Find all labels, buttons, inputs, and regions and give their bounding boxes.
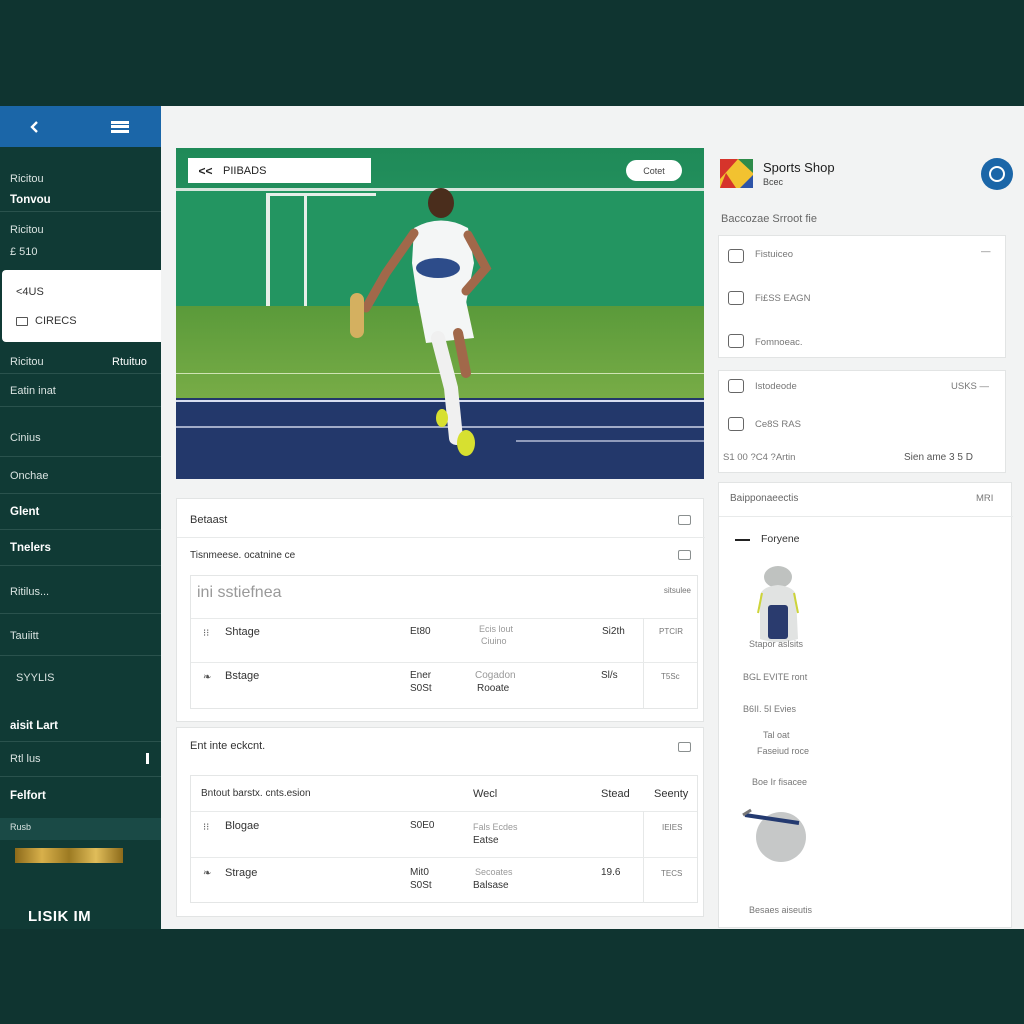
column-header: Seenty [654, 788, 689, 800]
list-item[interactable]: Ce8S RAS [755, 419, 801, 430]
item-icon [728, 291, 744, 305]
sidebar-item[interactable]: Onchae [0, 470, 161, 482]
data-table-card: Ent inte eckcnt. Bntout barstx. cnts.esi… [176, 727, 704, 917]
menu-icon[interactable] [111, 120, 129, 133]
list-card: Istodeode USKS — Ce8S RAS S1 00 ?C4 ?Art… [718, 370, 1006, 473]
checkbox[interactable] [678, 550, 691, 560]
row-icon: ⁝⁝ [203, 628, 210, 639]
row-icon: ❧ [203, 868, 212, 879]
sidebar-active-card[interactable]: <4US CIRECS [2, 270, 161, 342]
checkbox[interactable] [678, 742, 691, 752]
checkbox[interactable] [678, 515, 691, 525]
table-frame: Bntout barstx. cnts.esion Wecl Stead See… [190, 775, 698, 903]
sidebar-item[interactable]: Cinius [0, 432, 161, 444]
sidebar-item[interactable]: Glent [0, 506, 161, 518]
shop-logo-icon [720, 159, 753, 188]
list-icon [16, 316, 28, 326]
table-frame: ini sstiefnea sitsulee ⁝⁝ Shtage Et80 Ec… [190, 575, 698, 709]
search-input[interactable]: ini sstiefnea [197, 584, 282, 602]
hero-tab[interactable]: << PIIBADS [188, 158, 371, 183]
brand-name: Sports Shop [763, 160, 835, 175]
sidebar: Ricitou Tonvou Ricitou £ 510 <4US CIRECS… [0, 106, 161, 929]
item-icon [728, 334, 744, 348]
products-card: Baipponaeectis MRI Foryene Stapor aslsit… [718, 482, 1013, 928]
products-header: Baipponaeectis [730, 493, 799, 504]
list-item[interactable]: Fistuiceo [755, 249, 793, 260]
main-content: << PIIBADS Cotet Betaast Tisnmeese. ocat… [161, 106, 1024, 929]
helmet-product-icon[interactable] [741, 801, 813, 867]
hero-button[interactable]: Cotet [626, 160, 682, 181]
sidebar-item[interactable]: Tauiitt [0, 630, 161, 642]
data-table-card: Betaast Tisnmeese. ocatnine ce ini sstie… [176, 498, 705, 722]
sidebar-item[interactable]: Rusb [0, 822, 161, 832]
card-subtitle: Tisnmeese. ocatnine ce [190, 550, 296, 561]
row-icon: ❧ [203, 672, 212, 683]
gold-banner [15, 848, 123, 863]
sidebar-item[interactable]: Tonvou [0, 194, 161, 206]
sidebar-bottom-label[interactable]: LISIK IM [28, 908, 91, 925]
card-row[interactable]: CIRECS [16, 315, 77, 327]
item-icon [728, 379, 744, 393]
power-icon[interactable] [981, 158, 1013, 190]
footer-text: Sien ame 3 5 D [904, 452, 973, 463]
column-header: Bntout barstx. cnts.esion [201, 788, 311, 799]
sidebar-item[interactable]: Ricitou [0, 173, 161, 185]
list-item[interactable]: Istodeode [755, 381, 797, 392]
sidebar-item[interactable]: Eatin inat [0, 385, 161, 397]
product-tab[interactable]: Foryene [761, 533, 800, 545]
sidebar-item[interactable]: Ricitou [0, 224, 161, 236]
card-title: Ent inte eckcnt. [190, 740, 266, 752]
card-title: Betaast [190, 514, 228, 526]
bag-product-icon[interactable] [754, 563, 802, 645]
list-item[interactable]: Fomnoeac. [755, 337, 803, 348]
item-icon [728, 249, 744, 263]
scroll-indicator [146, 753, 149, 764]
hero-image: << PIIBADS Cotet [176, 148, 704, 479]
sidebar-header [0, 106, 161, 147]
sidebar-item[interactable]: £ 510 [0, 246, 161, 258]
sidebar-item[interactable]: aisit Lart [0, 720, 161, 732]
row-icon: ⁝⁝ [203, 822, 210, 833]
search-hint: sitsulee [663, 586, 691, 595]
footer-text: S1 00 ?C4 ?Artin [723, 452, 796, 463]
runner-figure [350, 188, 492, 456]
item-icon [728, 417, 744, 431]
list-card: Fistuiceo — Fi£SS EAGN Fomnoeac. [718, 235, 1006, 358]
sidebar-item[interactable]: SYYLIS [0, 672, 161, 684]
sidebar-item[interactable]: Felfort [0, 790, 161, 802]
sidebar-item[interactable]: Rtl lus [0, 753, 161, 765]
sidebar-item[interactable]: Tnelers [0, 542, 161, 554]
card-row[interactable]: <4US [16, 286, 44, 298]
brand-subtitle: Bcec [763, 177, 784, 187]
sidebar-item[interactable]: Ritilus... [0, 586, 161, 598]
minus-icon[interactable] [735, 539, 750, 541]
sidebar-item-right: Rtuituo [112, 356, 147, 368]
column-header: Stead [601, 788, 630, 800]
column-header: Wecl [473, 788, 498, 800]
back-icon[interactable]: << [188, 164, 223, 178]
list-item[interactable]: Fi£SS EAGN [755, 293, 810, 304]
section-label: Baccozae Srroot fie [721, 213, 817, 225]
back-arrow-icon[interactable] [26, 118, 44, 136]
